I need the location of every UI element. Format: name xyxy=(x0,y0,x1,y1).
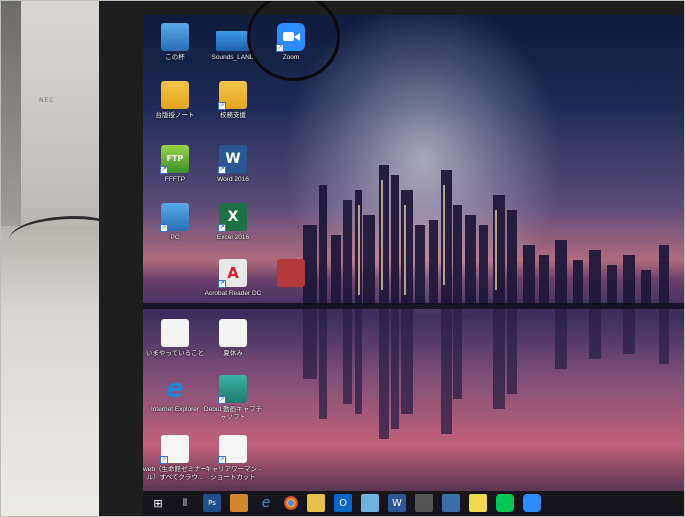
save-taskbar-icon[interactable] xyxy=(442,494,460,512)
desktop-icon-career-shortcut[interactable]: ↗ キャリアワーマン - ショートカット xyxy=(201,435,265,482)
document-icon: ↗ xyxy=(218,435,247,464)
desktop-icon-pc[interactable]: ↗ PC xyxy=(143,203,207,242)
photo-frame: NEC この杯 台版授ノート FTP ↗ FFFTP ↗ PC いまやっているこ… xyxy=(0,0,685,517)
desktop-icon-excel-2016[interactable]: X ↗ Excel 2016 xyxy=(201,203,265,242)
desktop-icon-label: 夏休み xyxy=(223,350,243,357)
shortcut-arrow-icon: ↗ xyxy=(160,166,168,174)
desktop-icon-debut[interactable]: ↗ Debut 動画キャプチャソフト xyxy=(201,375,265,422)
outlook-taskbar-icon[interactable]: O xyxy=(334,494,352,512)
app-taskbar-icon[interactable] xyxy=(230,494,248,512)
word-taskbar-icon[interactable]: W xyxy=(388,494,406,512)
desktop-icon-label: FFFTP xyxy=(164,176,186,183)
excel-icon: X ↗ xyxy=(218,203,247,232)
web-document-icon: ↗ xyxy=(160,435,189,464)
shortcut-arrow-icon: ↗ xyxy=(218,224,226,232)
desktop-icon-current-work[interactable]: いまやっていること xyxy=(143,319,207,358)
desktop-icon-label: Internet Explorer xyxy=(150,406,200,413)
debut-icon: ↗ xyxy=(218,375,247,404)
word-icon: W ↗ xyxy=(218,145,247,174)
shortcut-arrow-icon: ↗ xyxy=(218,456,226,464)
photoshop-taskbar-icon[interactable]: Ps xyxy=(203,494,221,512)
desktop-icon-acrobat-reader[interactable]: A ↗ Acrobat Reader DC xyxy=(201,259,265,298)
network-folder-icon xyxy=(216,31,250,51)
acrobat-icon: A ↗ xyxy=(218,259,247,288)
shortcut-arrow-icon: ↗ xyxy=(218,280,226,288)
taskbar: ⊞ ⫴ Ps e O W xyxy=(143,491,684,515)
notes-taskbar-icon[interactable] xyxy=(469,494,487,512)
shortcut-arrow-icon: ↗ xyxy=(218,396,226,404)
pc-brand-mark: NEC xyxy=(39,97,55,104)
edge-taskbar-icon[interactable]: e xyxy=(257,494,275,512)
desktop-icon-ffftp[interactable]: FTP ↗ FFFTP xyxy=(143,145,207,184)
desktop-icon-red-app[interactable] xyxy=(259,259,323,287)
chrome-taskbar-icon[interactable] xyxy=(284,496,298,510)
desktop-icon-summer-break[interactable]: 夏休み xyxy=(201,319,265,358)
task-view-icon[interactable]: ⫴ xyxy=(176,494,194,512)
ffftp-icon: FTP ↗ xyxy=(160,145,189,174)
desktop-icon-internet-explorer[interactable]: e Internet Explorer xyxy=(143,375,207,414)
desktop-icon-label: 校務支援 xyxy=(220,112,246,119)
folder-icon: ↗ xyxy=(218,81,247,110)
internet-explorer-icon: e xyxy=(166,374,184,404)
background-pc-tower: NEC xyxy=(21,1,101,226)
desktop-icon-label: web（生命館ゼミナール）すべてクラウ... xyxy=(143,466,207,481)
shortcut-arrow-icon: ↗ xyxy=(218,102,226,110)
paint-taskbar-icon[interactable] xyxy=(361,494,379,512)
folder-icon xyxy=(161,81,189,109)
desktop-icon-label: キャリアワーマン - ショートカット xyxy=(205,466,261,481)
desktop-icon-label: Debut 動画キャプチャソフト xyxy=(203,406,263,421)
desktop-icon-label: この杯 xyxy=(165,54,185,61)
desktop-icon-web[interactable]: ↗ web（生命館ゼミナール）すべてクラウ... xyxy=(143,435,207,482)
calculator-taskbar-icon[interactable] xyxy=(415,494,433,512)
desktop-icon-label: Word 2016 xyxy=(217,176,249,183)
desktop-icon-this-pc[interactable]: この杯 xyxy=(143,23,207,62)
document-icon xyxy=(161,319,189,347)
desktop-icon-label: Excel 2016 xyxy=(216,234,250,241)
desktop-icon-label: Acrobat Reader DC xyxy=(204,290,262,297)
desktop-icon-word-2016[interactable]: W ↗ Word 2016 xyxy=(201,145,265,184)
pc-icon xyxy=(161,23,189,51)
line-taskbar-icon[interactable] xyxy=(496,494,514,512)
zoom-taskbar-icon[interactable] xyxy=(523,494,541,512)
file-explorer-taskbar-icon[interactable] xyxy=(307,494,325,512)
pc-monitor-icon: ↗ xyxy=(160,203,189,232)
desktop-icon-label: PC xyxy=(170,234,180,241)
start-button-icon[interactable]: ⊞ xyxy=(149,494,167,512)
shortcut-arrow-icon: ↗ xyxy=(160,224,168,232)
desktop-icon-folder-school[interactable]: ↗ 校務支援 xyxy=(201,81,265,120)
desktop-screen: この杯 台版授ノート FTP ↗ FFFTP ↗ PC いまやっていること e I… xyxy=(143,15,684,515)
document-icon xyxy=(219,319,247,347)
desktop-icon-label: 台版授ノート xyxy=(155,112,195,119)
shortcut-arrow-icon: ↗ xyxy=(218,166,226,174)
desktop-icon-label: いまやっていること xyxy=(145,350,205,357)
shortcut-arrow-icon: ↗ xyxy=(160,456,168,464)
app-icon xyxy=(277,259,305,287)
desktop-icon-folder-notes[interactable]: 台版授ノート xyxy=(143,81,207,120)
